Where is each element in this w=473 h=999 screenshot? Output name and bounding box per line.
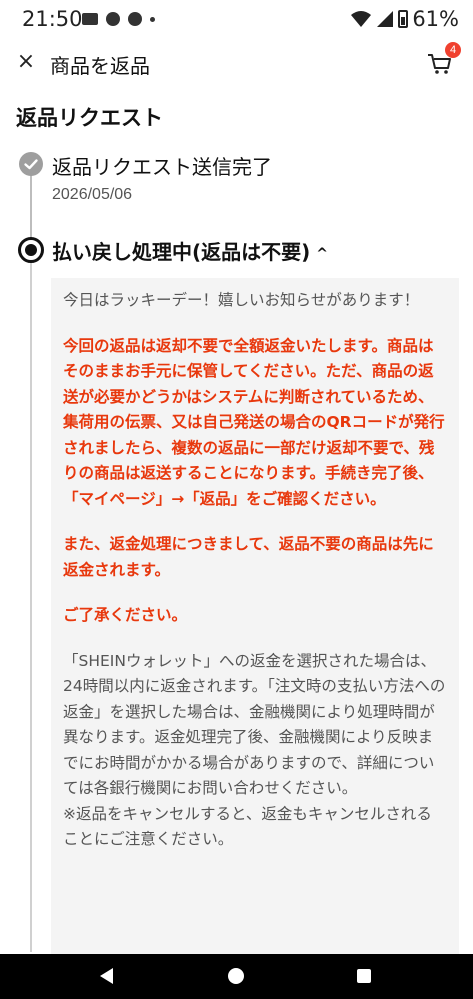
timeline-line	[30, 262, 32, 952]
info-gray-2: ※返品をキャンセルすると、返金もキャンセルされることにご注意ください。	[63, 804, 432, 849]
check-circle-icon	[19, 152, 43, 176]
signal-icon	[377, 11, 394, 27]
battery-percent: 61%	[412, 7, 459, 31]
page-title: 商品を返品	[50, 54, 150, 78]
info-gray-1: 「SHEINウォレット」への返金を選択された場合は、24時間以内に返金されます。…	[63, 651, 446, 798]
video-icon	[82, 13, 98, 25]
wifi-icon	[351, 11, 372, 27]
timeline-line	[30, 172, 32, 242]
system-nav-bar	[0, 954, 473, 999]
step-title-refund-label: 払い戻し処理中(返品は不要)	[52, 240, 311, 264]
status-right: 61%	[350, 7, 459, 31]
step-date: 2026/05/06	[52, 186, 133, 203]
step-title-sent: 返品リクエスト送信完了	[52, 155, 272, 179]
info-red-2: また、返金処理につきまして、返品不要の商品は先に返金されます。	[63, 535, 434, 579]
check-icon	[24, 159, 38, 170]
app-bar: × 商品を返品 4	[0, 40, 473, 90]
info-intro: 今日はラッキーデー！嬉しいお知らせがあります！	[63, 291, 420, 309]
notification-icons	[82, 12, 155, 26]
info-red-1: 今回の返品は返却不要で全額返金いたします。商品はそのままお手元に保管してください…	[63, 336, 445, 508]
cart-badge: 4	[445, 42, 461, 58]
dot-icon	[150, 16, 155, 22]
close-button[interactable]: ×	[12, 48, 40, 76]
back-icon[interactable]	[100, 968, 113, 984]
home-icon[interactable]	[228, 968, 244, 984]
chevron-up-icon: ^	[316, 245, 329, 262]
step-title-refund[interactable]: 払い戻し処理中(返品は不要) ^	[52, 236, 328, 265]
battery-icon	[398, 10, 409, 28]
circle-icon	[128, 12, 142, 26]
refund-info-box: 今日はラッキーデー！嬉しいお知らせがあります！ 今回の返品は返却不要で全額返金い…	[51, 278, 459, 958]
status-time: 21:50	[22, 7, 83, 31]
recent-apps-icon[interactable]	[357, 969, 371, 983]
section-title: 返品リクエスト	[16, 106, 163, 130]
info-red-3: ご了承ください。	[63, 606, 188, 624]
gear-icon	[106, 12, 120, 26]
radio-current-icon	[18, 237, 44, 263]
cart-button[interactable]: 4	[425, 42, 461, 78]
status-bar: 21:50 61%	[0, 0, 473, 40]
